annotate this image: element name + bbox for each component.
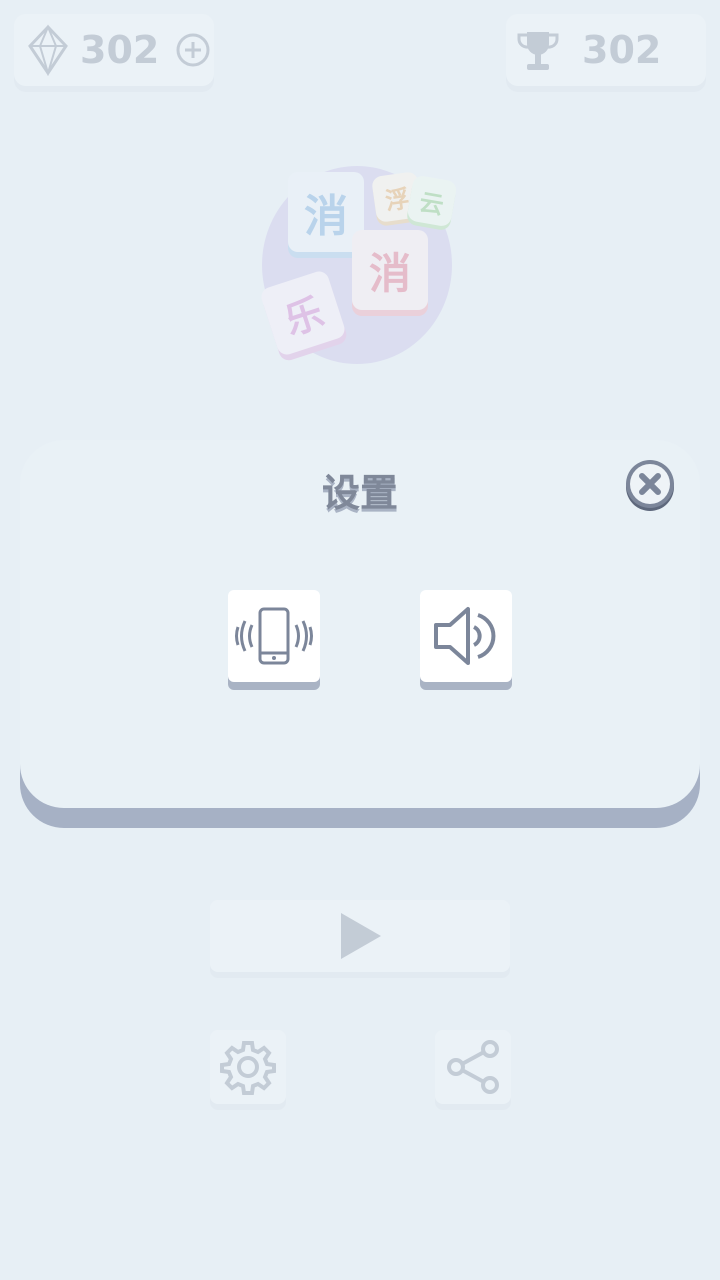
high-score-counter: 302: [506, 14, 706, 86]
play-button[interactable]: [210, 900, 510, 972]
game-logo: 消 浮 云 消 乐: [258, 160, 458, 370]
logo-tile: 云: [406, 174, 458, 228]
speaker-icon: [434, 607, 496, 665]
trophy-icon: [517, 32, 559, 70]
close-button[interactable]: [626, 460, 674, 508]
gems-counter: 302: [14, 14, 214, 86]
settings-dialog: 设置: [20, 440, 700, 808]
vibration-toggle[interactable]: [228, 590, 320, 682]
share-button[interactable]: [435, 1030, 511, 1104]
logo-tile: 消: [352, 230, 428, 310]
dialog-title: 设置: [321, 471, 398, 515]
diamond-icon: [28, 24, 68, 76]
gems-count: 302: [80, 28, 160, 72]
plus-circle-icon[interactable]: [175, 32, 211, 68]
play-icon: [341, 913, 381, 959]
phone-vibrate-icon: [235, 607, 313, 665]
sound-toggle[interactable]: [420, 590, 512, 682]
close-icon: [639, 473, 661, 495]
high-score-value: 302: [582, 28, 662, 72]
settings-button[interactable]: [210, 1030, 286, 1104]
close-button-face: [630, 464, 670, 504]
gear-icon: [220, 1041, 276, 1095]
share-icon: [447, 1040, 499, 1094]
